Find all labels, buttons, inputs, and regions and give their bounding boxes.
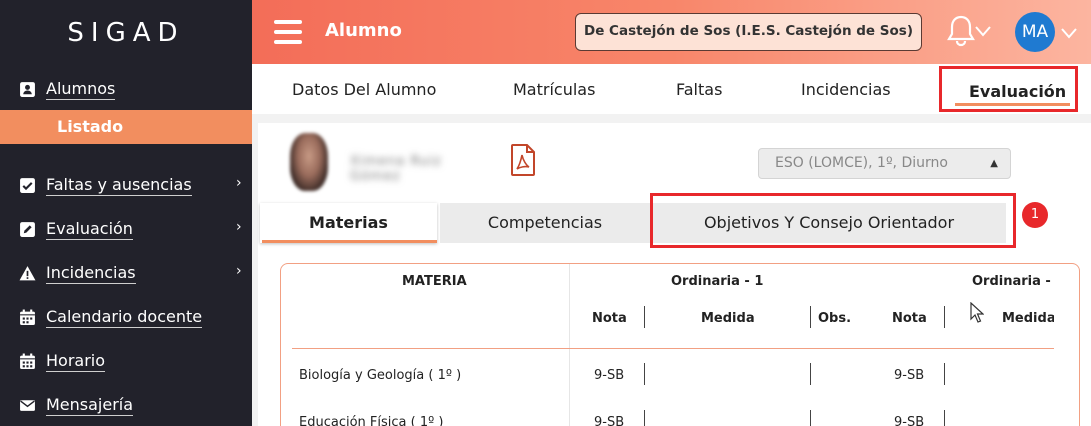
sidebar-item-evaluacion[interactable]: Evaluación › [18,216,242,242]
subtab-competencias[interactable]: Competencias [440,203,650,243]
header-materia: MATERIA [402,274,467,289]
table-row-materia: Biología y Geología ( 1º ) [299,368,462,383]
header-obs-1: Obs. [818,311,852,326]
sidebar-item-label: Horario [46,350,106,372]
header-divider [292,348,1054,349]
chevron-right-icon: › [236,219,242,235]
edit-icon [18,220,36,238]
sidebar-item-label: Alumnos [46,78,116,100]
table-row-nota-1[interactable]: 9-SB [594,368,624,383]
header-ordinaria-1: Ordinaria - 1 [671,274,764,289]
tab-faltas[interactable]: Faltas [676,80,722,99]
page-title: Alumno [325,20,402,41]
envelope-icon [18,396,36,414]
table-row-nota-2[interactable]: 9-SB [894,415,924,426]
app-window: SIGAD Alumnos Listado Faltas y ausencias… [0,0,1091,426]
column-divider [644,306,645,328]
avatar[interactable]: MA [1015,12,1055,52]
sidebar-item-label: Mensajería [46,394,134,416]
sidebar-item-label: Incidencias [46,262,136,284]
chevron-down-icon[interactable] [1060,26,1078,40]
sidebar-item-horario[interactable]: Horario [18,348,106,374]
select-arrows-icon: ▲ [990,158,998,169]
column-divider [944,363,945,385]
column-divider [810,363,811,385]
bell-icon[interactable] [946,14,976,48]
tab-incidencias[interactable]: Incidencias [801,80,891,99]
top-header: Alumno De Castejón de Sos (I.E.S. Castej… [252,0,1091,64]
column-divider [644,410,645,426]
sidebar-subitem-listado[interactable]: Listado [0,110,252,144]
student-icon [18,80,36,98]
header-nota-2: Nota [892,311,927,326]
column-divider [810,410,811,426]
header-ordinaria-2: Ordinaria - 2 [972,274,1054,289]
header-nota-1: Nota [592,311,627,326]
chevron-right-icon: › [236,263,242,279]
chevron-right-icon: › [236,175,242,191]
hamburger-menu-icon[interactable] [274,20,302,44]
warning-icon [18,264,36,282]
pdf-icon[interactable] [510,144,536,176]
sidebar-item-calendario-docente[interactable]: Calendario docente [18,304,203,330]
sidebar-item-incidencias[interactable]: Incidencias › [18,260,242,286]
highlight-box-objetivos [650,193,1016,248]
header-medida-1: Medida [701,311,755,326]
sidebar-item-alumnos[interactable]: Alumnos [18,76,116,102]
sidebar: SIGAD Alumnos Listado Faltas y ausencias… [0,0,252,426]
column-divider [944,410,945,426]
center-selector[interactable]: De Castejón de Sos (I.E.S. Castejón de S… [575,13,922,51]
tab-datos-alumno[interactable]: Datos Del Alumno [292,80,436,99]
subtab-active-indicator [262,240,437,243]
student-photo [290,133,328,191]
column-divider [644,363,645,385]
tab-matriculas[interactable]: Matrículas [513,80,595,99]
table-row-nota-2[interactable]: 9-SB [894,368,924,383]
column-divider [810,306,811,328]
sidebar-item-label: Calendario docente [46,306,203,328]
sidebar-item-mensajeria[interactable]: Mensajería [18,392,134,418]
checkbox-icon [18,176,36,194]
calendar-grid-icon [18,352,36,370]
step-badge: 1 [1022,202,1048,228]
column-divider [569,264,570,426]
highlight-box-evaluacion [939,66,1078,112]
level-select[interactable]: ESO (LOMCE), 1º, Diurno ▲ [758,148,1011,179]
calendar-icon [18,308,36,326]
chevron-down-icon[interactable] [974,24,992,38]
sidebar-item-label: Evaluación [46,218,133,240]
table-row-materia: Educación Física ( 1º ) [299,415,444,426]
sidebar-item-label: Faltas y ausencias [46,174,192,196]
table-row-nota-1[interactable]: 9-SB [594,415,624,426]
brand-logo: SIGAD [67,18,185,48]
student-name: Ximena Ruiz Gómez [350,154,442,184]
sidebar-item-faltas[interactable]: Faltas y ausencias › [18,172,242,198]
level-select-value: ESO (LOMCE), 1º, Diurno [775,155,948,171]
subtab-materias[interactable]: Materias [260,203,437,243]
header-medida-2: Medida [1002,311,1054,326]
mouse-cursor-icon [970,302,984,323]
column-divider [944,306,945,328]
